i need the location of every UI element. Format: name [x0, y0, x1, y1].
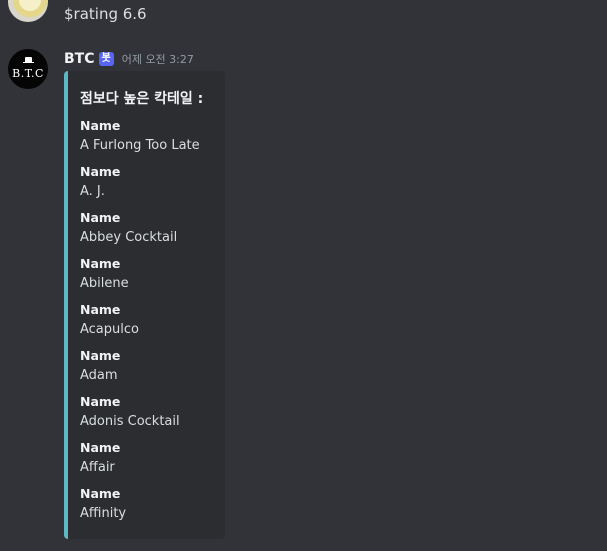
embed-field: Name Affinity: [80, 486, 220, 522]
user-avatar[interactable]: [8, 0, 48, 22]
embed-field: Name Affair: [80, 440, 220, 476]
previous-message: $rating 6.6: [0, 0, 607, 34]
field-name: Name: [80, 486, 121, 501]
avatar-logo-text: B.T.C: [12, 67, 44, 80]
field-name: Name: [80, 302, 121, 317]
field-value: A. J.: [80, 184, 105, 199]
embed-field: Name A Furlong Too Late: [80, 118, 220, 154]
field-name: Name: [80, 440, 121, 455]
embed-field: Name Abbey Cocktail: [80, 210, 220, 246]
field-name: Name: [80, 256, 121, 271]
embed-field: Name Abilene: [80, 256, 220, 292]
field-name: Name: [80, 394, 121, 409]
field-value: Adam: [80, 368, 118, 383]
field-name: Name: [80, 164, 121, 179]
field-value: Adonis Cocktail: [80, 414, 180, 429]
message-header: BTC 봇 어제 오전 3:27: [64, 50, 194, 68]
field-value: Affinity: [80, 506, 127, 521]
field-value: Abilene: [80, 276, 129, 291]
embed-card: 점보다 높은 칵테일 : Name A Furlong Too Late Nam…: [64, 71, 225, 539]
message-text: $rating 6.6: [64, 5, 147, 23]
bot-badge: 봇: [98, 52, 114, 66]
field-value: Acapulco: [80, 322, 139, 337]
field-value: A Furlong Too Late: [80, 138, 200, 153]
field-value: Affair: [80, 460, 115, 475]
field-name: Name: [80, 118, 121, 133]
embed-field: Name Acapulco: [80, 302, 220, 338]
bot-avatar[interactable]: B.T.C: [8, 49, 48, 89]
embed-field: Name A. J.: [80, 164, 220, 200]
timestamp[interactable]: 어제 오전 3:27: [122, 51, 194, 67]
top-hat-icon: [23, 57, 34, 63]
field-name: Name: [80, 210, 121, 225]
field-name: Name: [80, 348, 121, 363]
chat-area: $rating 6.6 B.T.C BTC 봇 어제 오전 3:27 점보다 높…: [0, 0, 607, 551]
embed-field: Name Adam: [80, 348, 220, 384]
username[interactable]: BTC: [64, 51, 95, 67]
embed-title: 점보다 높은 칵테일 :: [80, 91, 204, 107]
field-value: Abbey Cocktail: [80, 230, 178, 245]
embed-field: Name Adonis Cocktail: [80, 394, 220, 430]
